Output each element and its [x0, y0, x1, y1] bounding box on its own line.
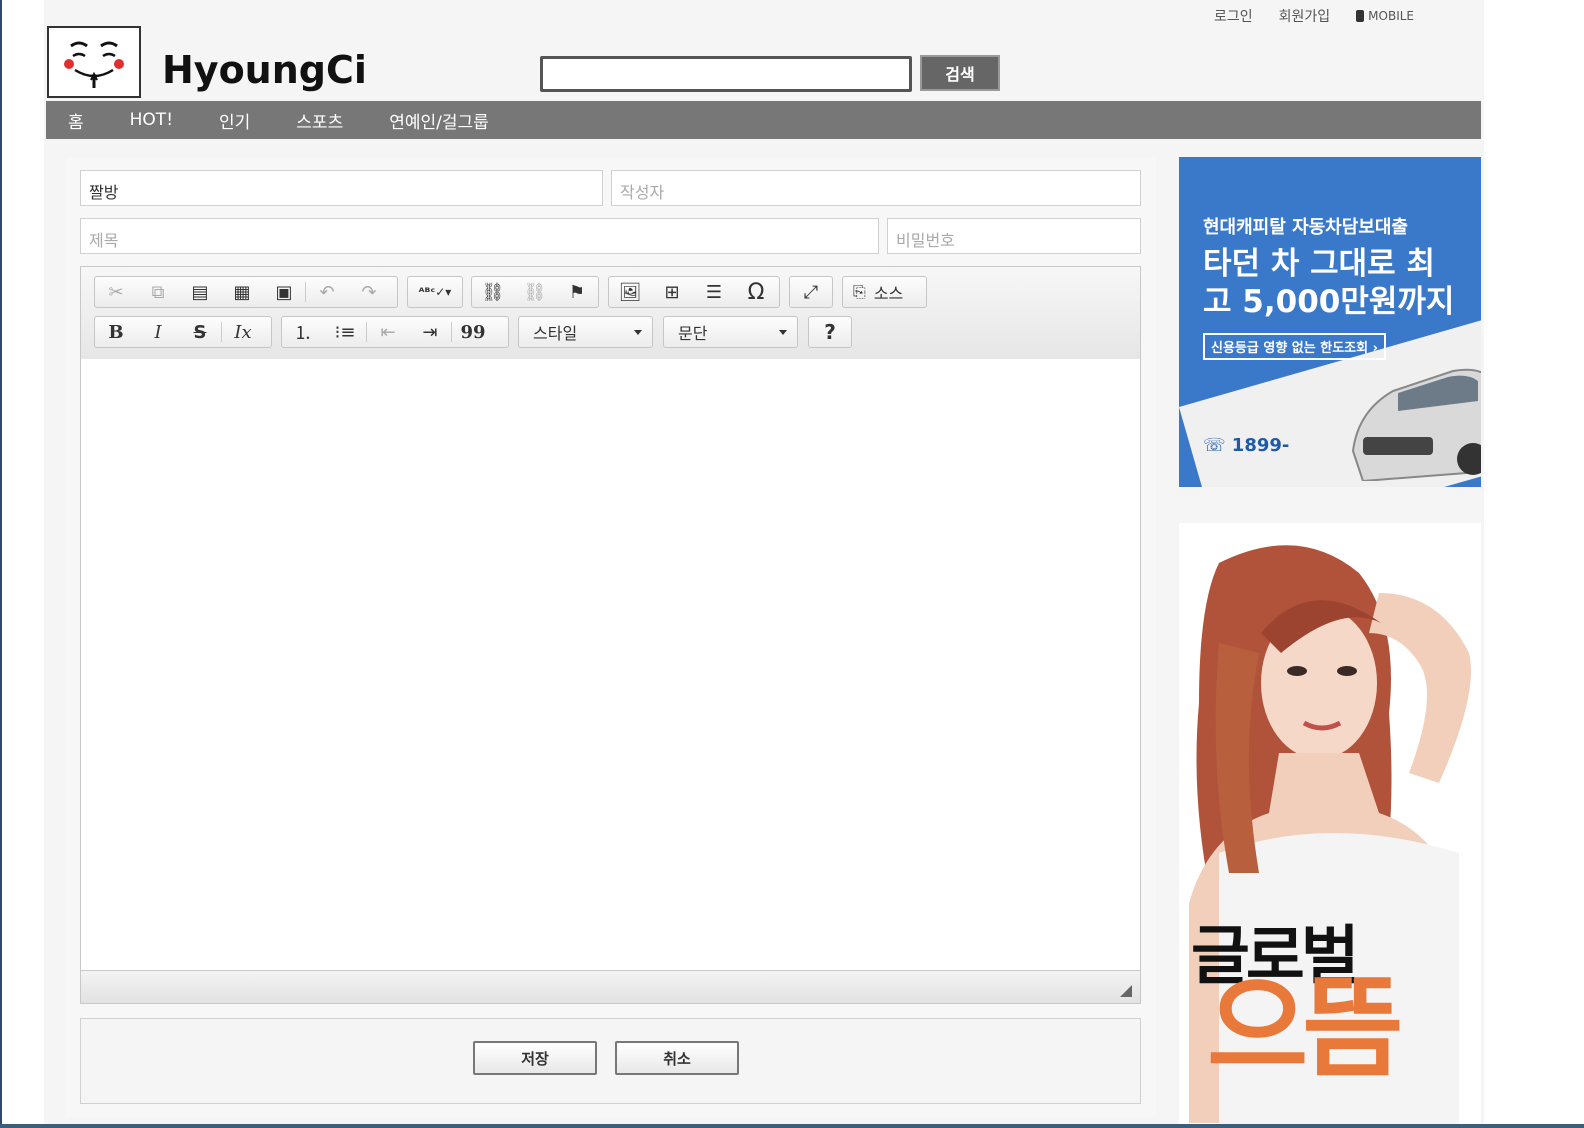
spellcheck-icon[interactable]: ᴬᴮᶜ✓▾	[408, 277, 462, 307]
car-icon	[1351, 368, 1481, 481]
indent-icon[interactable]: ⇥	[409, 317, 451, 347]
ad-line2: 타던 차 그대로 최고 5,000만원까지	[1203, 246, 1455, 320]
source-icon: ⎘	[853, 282, 866, 301]
link-group: ⛓ ⛓ ⚑	[471, 276, 599, 308]
special-char-icon[interactable]: Ω	[735, 277, 777, 307]
logo-mask-icon[interactable]	[47, 26, 141, 98]
loan-ad-banner[interactable]: 현대캐피탈 자동차담보대출 타던 차 그대로 최고 5,000만원까지 신용등급…	[1179, 157, 1481, 487]
password-field[interactable]: 비밀번호	[887, 218, 1141, 254]
paste-word-icon[interactable]: ▣	[263, 277, 305, 307]
clipboard-group: ✂ ⧉ ▤ ▦ ▣ ↶ ↷	[94, 276, 398, 308]
ad-line1: 현대캐피탈 자동차담보대출	[1203, 217, 1408, 238]
bold-icon[interactable]: B	[95, 317, 137, 347]
maximize-group: ⤢	[789, 276, 833, 308]
unlink-icon[interactable]: ⛓	[514, 277, 556, 307]
editor-content-area[interactable]	[81, 359, 1140, 971]
nav-item-hot[interactable]: HOT!	[130, 110, 173, 130]
numbered-list-icon[interactable]: ⒈	[282, 317, 324, 347]
search-input[interactable]	[540, 56, 912, 92]
basic-style-group: B I S Ix	[94, 316, 272, 348]
save-button[interactable]: 저장	[473, 1041, 597, 1075]
title-field[interactable]: 제목	[80, 218, 879, 254]
chevron-down-icon	[779, 329, 787, 335]
copy-icon[interactable]: ⧉	[137, 277, 179, 307]
cut-icon[interactable]: ✂	[95, 277, 137, 307]
anchor-icon[interactable]: ⚑	[556, 277, 598, 307]
image-icon[interactable]: 🖼	[609, 277, 651, 307]
cancel-button[interactable]: 취소	[615, 1041, 739, 1075]
link-icon[interactable]: ⛓	[472, 277, 514, 307]
mobile-link[interactable]: MOBILE	[1356, 6, 1414, 26]
blockquote-icon[interactable]: 99	[452, 317, 494, 347]
source-label: 소스	[873, 284, 904, 303]
top-links: 로그인 회원가입 MOBILE	[1214, 6, 1414, 26]
ad-phone-number: 1899-	[1231, 435, 1290, 456]
insert-group: 🖼 ⊞ ☰ Ω	[608, 276, 780, 308]
strike-icon[interactable]: S	[179, 317, 221, 347]
rich-text-editor: ✂ ⧉ ▤ ▦ ▣ ↶ ↷ ᴬᴮᶜ✓▾ ⛓ ⛓ ⚑ 🖼 ⊞ ☰ Ω ⤢ ⎘ 소스	[80, 266, 1141, 1004]
horizontal-rule-icon[interactable]: ☰	[693, 277, 735, 307]
style-dropdown-label: 스타일	[533, 324, 578, 343]
source-button[interactable]: ⎘ 소스	[842, 276, 927, 308]
search-button[interactable]: 검색	[920, 55, 1000, 91]
chevron-down-icon	[634, 329, 642, 335]
login-link[interactable]: 로그인	[1214, 6, 1253, 26]
format-dropdown-label: 문단	[678, 324, 708, 343]
editor-toolbar: ✂ ⧉ ▤ ▦ ▣ ↶ ↷ ᴬᴮᶜ✓▾ ⛓ ⛓ ⚑ 🖼 ⊞ ☰ Ω ⤢ ⎘ 소스	[81, 267, 1140, 360]
phone-handset-icon: ☏	[1203, 435, 1226, 456]
paste-text-icon[interactable]: ▦	[221, 277, 263, 307]
italic-icon[interactable]: I	[137, 317, 179, 347]
remove-format-icon[interactable]: Ix	[222, 317, 264, 347]
nav-item-celebrity[interactable]: 연예인/걸그룹	[389, 108, 489, 133]
model-ad-banner[interactable]: 글로벌 으뜸	[1179, 523, 1481, 1124]
maximize-icon[interactable]: ⤢	[790, 277, 832, 307]
nav-item-sports[interactable]: 스포츠	[296, 108, 343, 133]
nav-item-popular[interactable]: 인기	[219, 108, 250, 133]
outdent-icon[interactable]: ⇤	[367, 317, 409, 347]
redo-icon[interactable]: ↷	[348, 277, 390, 307]
phone-icon	[1356, 10, 1365, 22]
ad2-line2: 으뜸	[1207, 964, 1403, 1092]
left-window-border	[0, 0, 2, 1128]
paste-icon[interactable]: ▤	[179, 277, 221, 307]
bulleted-list-icon[interactable]: ⁝≡	[324, 317, 366, 347]
resize-grip-icon[interactable]	[1120, 985, 1132, 997]
signup-link[interactable]: 회원가입	[1279, 6, 1331, 26]
category-field[interactable]: 짤방	[80, 170, 603, 206]
table-icon[interactable]: ⊞	[651, 277, 693, 307]
mobile-label: MOBILE	[1368, 9, 1415, 23]
ad-phone: ☏ 1899-	[1203, 435, 1289, 456]
editor-footer	[81, 970, 1140, 1003]
action-panel: 저장 취소	[80, 1018, 1141, 1104]
help-group: ?	[808, 316, 852, 348]
help-icon[interactable]: ?	[809, 317, 851, 347]
paragraph-group: ⒈ ⁝≡ ⇤ ⇥ 99	[281, 316, 509, 348]
style-dropdown[interactable]: 스타일	[518, 316, 653, 348]
spellcheck-group: ᴬᴮᶜ✓▾	[407, 276, 463, 308]
bottom-window-border	[0, 1124, 1584, 1128]
author-field[interactable]: 작성자	[611, 170, 1141, 206]
main-nav: 홈 HOT! 인기 스포츠 연예인/걸그룹	[46, 101, 1481, 139]
nav-item-home[interactable]: 홈	[68, 108, 84, 133]
undo-icon[interactable]: ↶	[306, 277, 348, 307]
format-dropdown[interactable]: 문단	[663, 316, 798, 348]
site-logo-text[interactable]: HyoungCi	[162, 48, 367, 92]
